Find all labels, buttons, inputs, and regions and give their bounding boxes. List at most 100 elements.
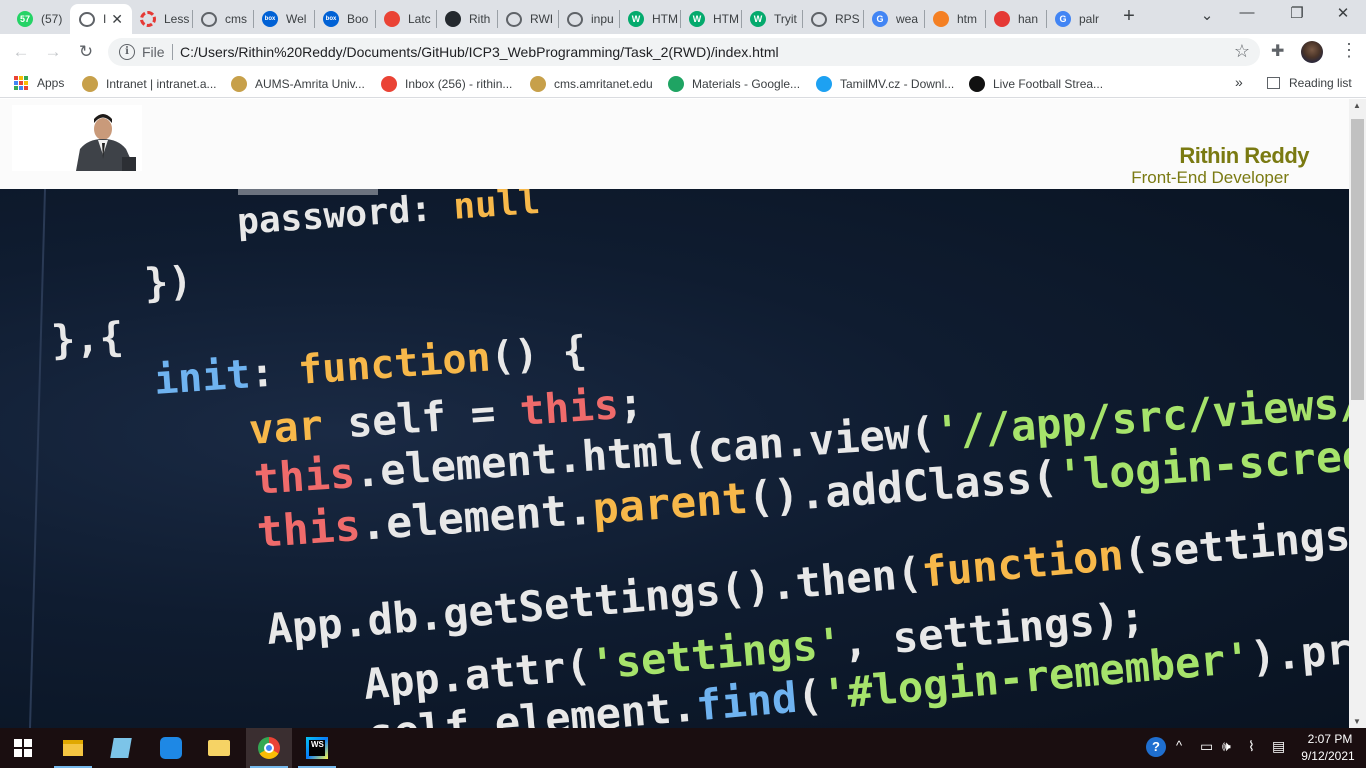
bookmark-item[interactable]: Intranet | intranet.a...: [82, 76, 217, 92]
browser-tab[interactable]: Gwea: [863, 4, 924, 34]
page-scrollbar[interactable]: ▲ ▼: [1349, 99, 1366, 728]
code-token: parent: [591, 474, 749, 535]
wifi-icon[interactable]: ⌇: [1248, 738, 1255, 755]
lifering-icon: [140, 11, 156, 27]
folder-taskbar-button[interactable]: [196, 728, 242, 768]
code-token: this: [255, 501, 362, 558]
browser-tab[interactable]: inpu: [558, 4, 619, 34]
tab-title: palr: [1079, 12, 1100, 26]
sync-app-taskbar-button[interactable]: [148, 728, 194, 768]
tab-title: Boo: [347, 12, 369, 26]
hero-code-image: password: null})},{init: function() {var…: [0, 189, 1349, 728]
globe-icon: [506, 11, 522, 27]
site-header: Rithin Reddy Front-End Developer: [0, 99, 1349, 189]
bookmark-label: Materials - Google...: [692, 77, 801, 91]
browser-tab[interactable]: htm: [924, 4, 985, 34]
file-explorer-taskbar-button[interactable]: [50, 728, 96, 768]
bookmark-label: Live Football Strea...: [993, 77, 1104, 91]
tab-title: Wel: [286, 12, 307, 26]
indent-guide: [29, 189, 46, 728]
start-taskbar-button[interactable]: [0, 728, 46, 768]
scroll-up-arrow-icon[interactable]: ▲: [1353, 101, 1361, 110]
scroll-down-arrow-icon[interactable]: ▼: [1353, 717, 1361, 726]
sync-app-icon: [160, 737, 182, 759]
bookmark-item[interactable]: Live Football Strea...: [969, 76, 1103, 92]
tab-title: han: [1018, 12, 1039, 26]
bookmark-item[interactable]: Inbox (256) - rithin...: [381, 76, 512, 92]
cropped-code-fragment: [238, 189, 378, 195]
code-line: },{: [50, 314, 125, 364]
browser-tab[interactable]: W HTM: [619, 4, 680, 34]
info-icon[interactable]: i: [119, 44, 135, 60]
forward-button[interactable]: →: [42, 41, 64, 63]
bookmark-item[interactable]: Apps: [14, 76, 64, 90]
url-text[interactable]: C:/Users/Rithin%20Reddy/Documents/GitHub…: [180, 44, 779, 60]
close-window-button[interactable]: ✕: [1328, 4, 1358, 22]
bookmark-item[interactable]: cms.amritanet.edu: [530, 76, 653, 92]
profile-avatar[interactable]: [1301, 41, 1323, 63]
browser-tab[interactable]: RWI: [497, 4, 558, 34]
battery-icon[interactable]: ▭: [1200, 738, 1213, 755]
notepad-taskbar-button[interactable]: [98, 728, 144, 768]
tab-title: cms: [225, 12, 247, 26]
notifications-icon[interactable]: ▤: [1272, 738, 1285, 755]
browser-tab[interactable]: Gpalr: [1046, 4, 1107, 34]
bookmark-item[interactable]: TamilMV.cz - Downl...: [816, 76, 954, 92]
bookmark-label: AUMS-Amrita Univ...: [255, 77, 365, 91]
w3schools-icon: W: [750, 11, 766, 27]
chrome-taskbar-button[interactable]: [246, 728, 292, 768]
address-bar[interactable]: i File C:/Users/Rithin%20Reddy/Documents…: [108, 38, 1260, 66]
browser-menu-icon[interactable]: ⋮: [1340, 40, 1358, 61]
browser-tab[interactable]: W HTM: [680, 4, 741, 34]
bookmark-item[interactable]: Materials - Google...: [668, 76, 800, 92]
new-tab-button[interactable]: +: [1118, 5, 1140, 27]
browser-tab[interactable]: box Wel: [253, 4, 314, 34]
browser-tab[interactable]: Rith: [436, 4, 497, 34]
extensions-puzzle-icon[interactable]: ✚: [1271, 41, 1284, 61]
bookmarks-overflow-icon[interactable]: »: [1235, 74, 1243, 90]
maximize-button[interactable]: ❐: [1282, 4, 1312, 22]
tab-strip: 57 (57) I ✕ Less cms box Wel box Boo Latc Rith RWI in…: [0, 0, 1366, 34]
reload-button[interactable]: ↻: [75, 41, 97, 63]
browser-tab[interactable]: 57 (57): [8, 4, 69, 34]
box-icon: box: [323, 11, 339, 27]
tab-title: HTM: [652, 12, 678, 26]
browser-toolbar: ← → ↻ i File C:/Users/Rithin%20Reddy/Doc…: [0, 34, 1366, 70]
tab-search-icon[interactable]: ⌄: [1192, 6, 1222, 24]
code-token: (settings) {: [1121, 504, 1349, 579]
browser-tab[interactable]: han: [985, 4, 1046, 34]
bookmark-star-icon[interactable]: ☆: [1234, 41, 1250, 62]
tab-title: htm: [957, 12, 978, 26]
browser-tab[interactable]: W Tryit: [741, 4, 802, 34]
reading-list-label: Reading list: [1289, 76, 1352, 90]
browser-tab[interactable]: I ✕: [70, 4, 132, 34]
code-token: () {: [489, 328, 588, 381]
code-line: password: null: [236, 189, 542, 243]
webstorm-label: WS: [309, 740, 325, 756]
google-icon: G: [1055, 11, 1071, 27]
reading-list-button[interactable]: Reading list: [1267, 76, 1352, 90]
browser-tab[interactable]: Less: [131, 4, 192, 34]
browser-tab[interactable]: cms: [192, 4, 253, 34]
bookmark-item[interactable]: AUMS-Amrita Univ...: [231, 76, 365, 92]
help-icon[interactable]: ?: [1146, 737, 1166, 757]
minimize-button[interactable]: —: [1232, 4, 1262, 21]
browser-tab[interactable]: Latc: [375, 4, 436, 34]
back-button[interactable]: ←: [10, 41, 32, 63]
clock-time[interactable]: 2:07 PM: [1300, 732, 1360, 746]
amrita-icon: [530, 76, 546, 92]
scroll-thumb[interactable]: [1351, 119, 1364, 400]
gmail-icon: [381, 76, 397, 92]
tab-close-icon[interactable]: ✕: [111, 11, 123, 28]
volume-icon[interactable]: 🕪: [1222, 738, 1231, 755]
browser-tab[interactable]: box Boo: [314, 4, 375, 34]
code-token: function: [297, 335, 492, 394]
tab-title: RPS: [835, 12, 860, 26]
tab-title: wea: [896, 12, 919, 26]
globe-icon: [567, 11, 583, 27]
site-owner-role: Front-End Developer: [1131, 168, 1289, 187]
browser-tab[interactable]: RPS: [802, 4, 863, 34]
webstorm-taskbar-button[interactable]: WS: [294, 728, 340, 768]
clock-date[interactable]: 9/12/2021: [1296, 749, 1360, 763]
tray-chevron-icon[interactable]: ^: [1176, 738, 1182, 753]
